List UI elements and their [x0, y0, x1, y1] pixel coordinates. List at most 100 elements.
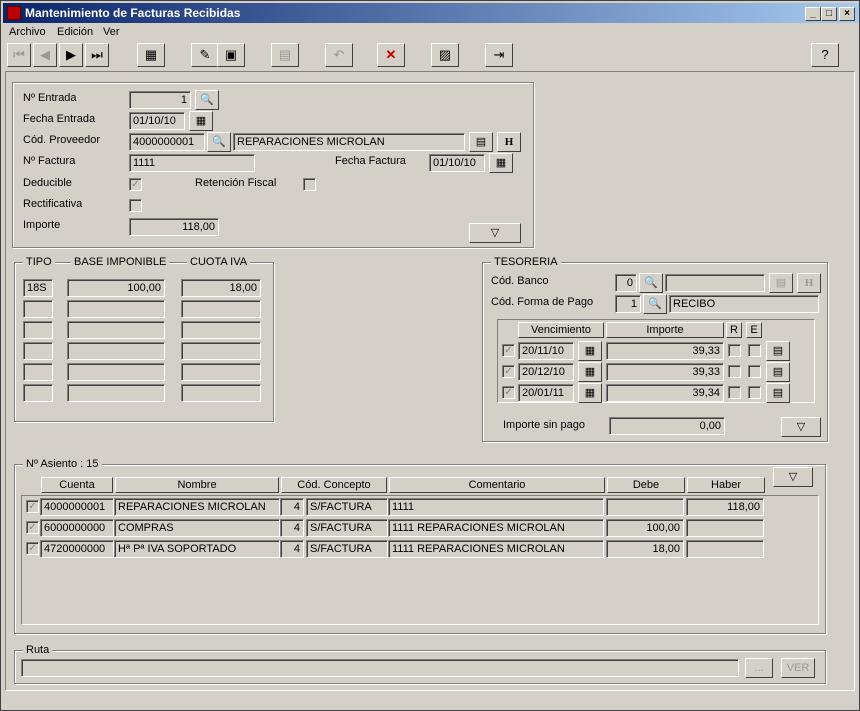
browse-button[interactable]: ...	[745, 658, 773, 678]
ver-button[interactable]: VER	[781, 658, 815, 678]
search-banco-icon[interactable]: 🔍	[639, 273, 663, 293]
asiento-concepto-field[interactable]: S/FACTURA	[306, 540, 388, 558]
iva-base-field[interactable]	[67, 342, 165, 360]
first-record-button[interactable]: ⏮	[7, 43, 31, 67]
delete-icon[interactable]: ✕	[377, 43, 405, 67]
venc-calendar-icon[interactable]: ▦	[578, 362, 602, 382]
minimize-button[interactable]: _	[805, 7, 821, 21]
venc-e-checkbox[interactable]	[748, 344, 761, 357]
iva-base-field[interactable]: 100,00	[67, 279, 165, 297]
asiento-row-checkbox[interactable]: ✓	[26, 500, 39, 513]
last-record-button[interactable]: ⏭	[85, 43, 109, 67]
iva-tipo-field[interactable]	[23, 384, 53, 402]
next-record-button[interactable]: ▶	[59, 43, 83, 67]
venc-notes-icon[interactable]: ▤	[766, 383, 790, 403]
deducible-checkbox[interactable]: ✓	[129, 178, 142, 191]
asiento-concepto-field[interactable]: S/FACTURA	[306, 519, 388, 537]
iva-cuota-field[interactable]: 18,00	[181, 279, 261, 297]
venc-checkbox[interactable]: ✓	[502, 386, 515, 399]
edit-record-icon[interactable]: ▣	[217, 43, 245, 67]
notes-icon[interactable]: ▤	[469, 132, 493, 152]
exit-icon[interactable]: ⇥	[485, 43, 513, 67]
importe-field[interactable]: 118,00	[129, 218, 219, 236]
asiento-row-checkbox[interactable]: ✓	[26, 542, 39, 555]
venc-e-checkbox[interactable]	[748, 386, 761, 399]
venc-importe-field[interactable]: 39,33	[606, 363, 724, 381]
prev-record-button[interactable]: ◀	[33, 43, 57, 67]
asiento-haber-field[interactable]	[686, 540, 764, 558]
calculator-icon[interactable]: ▦	[137, 43, 165, 67]
asiento-debe-field[interactable]	[606, 498, 684, 516]
iva-tipo-field[interactable]	[23, 363, 53, 381]
asiento-debe-field[interactable]: 18,00	[606, 540, 684, 558]
asiento-cod-field[interactable]: 4	[280, 519, 304, 537]
calendar-factura-icon[interactable]: ▦	[489, 153, 513, 173]
venc-notes-icon[interactable]: ▤	[766, 341, 790, 361]
asiento-debe-field[interactable]: 100,00	[606, 519, 684, 537]
iva-base-field[interactable]	[67, 300, 165, 318]
close-window-button[interactable]: ×	[839, 7, 855, 21]
n-factura-field[interactable]: 1111	[129, 154, 255, 172]
venc-calendar-icon[interactable]: ▦	[578, 383, 602, 403]
asiento-haber-field[interactable]: 118,00	[686, 498, 764, 516]
venc-r-checkbox[interactable]	[728, 386, 741, 399]
rectificativa-checkbox[interactable]	[129, 199, 142, 212]
venc-checkbox[interactable]: ✓	[502, 365, 515, 378]
iva-base-field[interactable]	[67, 384, 165, 402]
iva-cuota-field[interactable]	[181, 321, 261, 339]
iva-cuota-field[interactable]	[181, 363, 261, 381]
iva-cuota-field[interactable]	[181, 384, 261, 402]
venc-fecha-field[interactable]: 20/12/10	[518, 363, 574, 381]
asiento-cuenta-field[interactable]: 4720000000	[40, 540, 114, 558]
menu-archivo[interactable]: Archivo	[9, 26, 46, 38]
asiento-nombre-field[interactable]: Hª Pª IVA SOPORTADO	[114, 540, 280, 558]
n-entrada-field[interactable]: 1	[129, 91, 191, 109]
retencion-checkbox[interactable]	[303, 178, 316, 191]
venc-notes-icon[interactable]: ▤	[766, 362, 790, 382]
properties-icon[interactable]: ▨	[431, 43, 459, 67]
help-icon[interactable]: ?	[811, 43, 839, 67]
venc-checkbox[interactable]: ✓	[502, 344, 515, 357]
venc-r-checkbox[interactable]	[728, 365, 741, 378]
search-proveedor-icon[interactable]: 🔍	[207, 132, 231, 152]
venc-importe-field[interactable]: 39,34	[606, 384, 724, 402]
venc-e-checkbox[interactable]	[748, 365, 761, 378]
asiento-comentario-field[interactable]: 1111 REPARACIONES MICROLAN	[388, 519, 604, 537]
iva-tipo-field[interactable]	[23, 300, 53, 318]
ruta-field[interactable]	[21, 659, 739, 677]
asiento-comentario-field[interactable]: 1111	[388, 498, 604, 516]
menu-ver[interactable]: Ver	[103, 26, 120, 38]
maximize-button[interactable]: □	[821, 7, 837, 21]
history-icon[interactable]: H	[497, 132, 521, 152]
fecha-entrada-field[interactable]: 01/10/10	[129, 112, 185, 130]
asiento-cuenta-field[interactable]: 4000000001	[40, 498, 114, 516]
save-icon[interactable]: ▤	[271, 43, 299, 67]
asiento-nombre-field[interactable]: REPARACIONES MICROLAN	[114, 498, 280, 516]
asiento-cod-field[interactable]: 4	[280, 540, 304, 558]
venc-fecha-field[interactable]: 20/01/11	[518, 384, 574, 402]
expand-asiento-icon[interactable]: ▽	[773, 467, 813, 487]
calendar-icon[interactable]: ▦	[189, 111, 213, 131]
menu-edicion[interactable]: Edición	[57, 26, 93, 38]
cod-proveedor-field[interactable]: 4000000001	[129, 133, 205, 151]
asiento-comentario-field[interactable]: 1111 REPARACIONES MICROLAN	[388, 540, 604, 558]
cod-forma-pago-field[interactable]: 1	[615, 295, 641, 313]
banco-notes-icon[interactable]: ▤	[769, 273, 793, 293]
iva-base-field[interactable]	[67, 363, 165, 381]
expand-tesoreria-icon[interactable]: ▽	[781, 417, 821, 437]
new-record-icon[interactable]: ✎	[191, 43, 219, 67]
venc-r-checkbox[interactable]	[728, 344, 741, 357]
asiento-cuenta-field[interactable]: 6000000000	[40, 519, 114, 537]
search-entrada-icon[interactable]: 🔍	[195, 90, 219, 110]
iva-tipo-field[interactable]	[23, 321, 53, 339]
asiento-cod-field[interactable]: 4	[280, 498, 304, 516]
venc-fecha-field[interactable]: 20/11/10	[518, 342, 574, 360]
cod-banco-field[interactable]: 0	[615, 274, 637, 292]
iva-tipo-field[interactable]	[23, 342, 53, 360]
venc-calendar-icon[interactable]: ▦	[578, 341, 602, 361]
asiento-haber-field[interactable]	[686, 519, 764, 537]
expand-invoice-icon[interactable]: ▽	[469, 223, 521, 243]
search-forma-pago-icon[interactable]: 🔍	[643, 294, 667, 314]
iva-base-field[interactable]	[67, 321, 165, 339]
iva-cuota-field[interactable]	[181, 300, 261, 318]
